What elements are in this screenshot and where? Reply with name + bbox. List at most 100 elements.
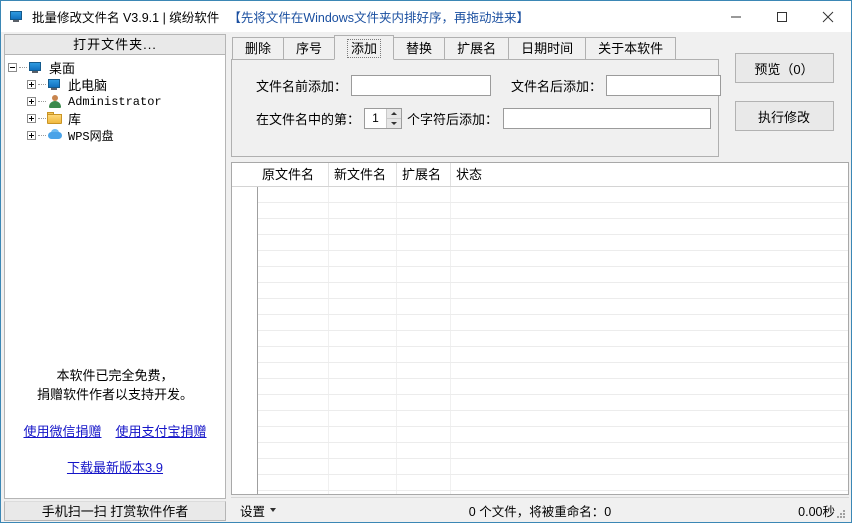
table-row[interactable] — [232, 299, 848, 315]
position-stepper-value: 1 — [372, 110, 379, 125]
scan-to-tip-button[interactable]: 手机扫一扫 打赏软件作者 — [4, 501, 226, 521]
table-row[interactable] — [232, 187, 848, 203]
column-header-status[interactable]: 状态 — [451, 163, 571, 186]
tab-area: 删除 序号 添加 替换 扩展名 日期时间 关于本软件 文件名前添加： 文件名后添… — [231, 34, 722, 157]
collapse-expander-icon[interactable] — [8, 63, 17, 72]
open-folder-button[interactable]: 打开文件夹... — [4, 34, 226, 55]
table-cell — [257, 235, 329, 250]
preview-button[interactable]: 预览（0） — [734, 53, 834, 83]
table-cell — [257, 363, 329, 378]
table-row[interactable] — [232, 267, 848, 283]
table-row[interactable] — [232, 411, 848, 427]
download-latest-link[interactable]: 下载最新版本3.9 — [67, 460, 163, 475]
resize-grip-icon[interactable] — [837, 510, 846, 519]
table-row[interactable] — [232, 315, 848, 331]
app-window: 批量修改文件名 V3.9.1 | 缤纷软件 【先将文件在Windows文件夹内排… — [0, 0, 852, 523]
table-cell — [329, 459, 397, 474]
main-panel: 删除 序号 添加 替换 扩展名 日期时间 关于本软件 文件名前添加： 文件名后添… — [229, 32, 851, 522]
stepper-up-icon[interactable] — [387, 109, 402, 119]
column-header-original-name[interactable]: 原文件名 — [257, 163, 329, 186]
table-cell — [257, 331, 329, 346]
table-row[interactable] — [232, 283, 848, 299]
minimize-icon[interactable] — [713, 1, 759, 32]
table-cell — [257, 347, 329, 362]
tab-extension[interactable]: 扩展名 — [444, 37, 510, 60]
tree-item-desktop[interactable]: 桌面 — [8, 59, 225, 76]
settings-menu-button[interactable]: 设置 — [240, 501, 277, 520]
table-cell — [257, 267, 329, 282]
table-row[interactable] — [232, 427, 848, 443]
column-header-extension[interactable]: 扩展名 — [397, 163, 451, 186]
table-row[interactable] — [232, 395, 848, 411]
table-cell — [451, 283, 571, 298]
table-cell — [397, 299, 451, 314]
table-row[interactable] — [232, 475, 848, 491]
position-row: 在文件名中的第： 1 个字符后添加： — [256, 107, 718, 129]
table-row[interactable] — [232, 443, 848, 459]
table-cell — [451, 299, 571, 314]
tab-add[interactable]: 添加 — [334, 35, 395, 60]
table-cell — [451, 347, 571, 362]
column-header-new-name[interactable]: 新文件名 — [329, 163, 397, 186]
tab-datetime[interactable]: 日期时间 — [508, 37, 587, 60]
expand-expander-icon[interactable] — [27, 80, 36, 89]
file-table-header: 原文件名 新文件名 扩展名 状态 — [232, 163, 848, 187]
position-insert-input[interactable] — [503, 107, 712, 129]
table-row[interactable] — [232, 331, 848, 347]
file-table[interactable]: 原文件名 新文件名 扩展名 状态 — [231, 162, 849, 495]
table-cell — [329, 235, 397, 250]
table-cell — [397, 331, 451, 346]
table-row[interactable] — [232, 251, 848, 267]
table-cell — [397, 411, 451, 426]
table-cell — [451, 203, 571, 218]
tab-sequence[interactable]: 序号 — [283, 37, 336, 60]
maximize-icon[interactable] — [759, 1, 805, 32]
expand-expander-icon[interactable] — [27, 97, 36, 106]
app-monitor-icon — [9, 9, 25, 25]
table-cell — [329, 219, 397, 234]
folder-tree-panel[interactable]: 桌面 此电脑 Administrator 库 WPS网盘 本软件已完全免费， 捐… — [4, 55, 226, 499]
table-row[interactable] — [232, 459, 848, 475]
wechat-donate-link[interactable]: 使用微信捐赠 — [23, 421, 101, 440]
donate-section: 本软件已完全免费， 捐赠软件作者以支持开发。 使用微信捐赠 使用支付宝捐赠 下载… — [5, 366, 225, 498]
tab-about[interactable]: 关于本软件 — [585, 37, 677, 60]
tab-delete[interactable]: 删除 — [232, 37, 285, 60]
window-controls — [713, 1, 851, 32]
table-row[interactable] — [232, 379, 848, 395]
table-cell — [451, 395, 571, 410]
alipay-donate-link[interactable]: 使用支付宝捐赠 — [116, 421, 207, 440]
table-row[interactable] — [232, 491, 848, 494]
stepper-down-icon[interactable] — [387, 119, 401, 128]
table-cell — [329, 203, 397, 218]
tree-item-this-pc[interactable]: 此电脑 — [8, 76, 225, 93]
table-row[interactable] — [232, 235, 848, 251]
table-cell — [329, 475, 397, 490]
table-cell — [329, 315, 397, 330]
position-stepper-buttons[interactable] — [386, 108, 402, 128]
execute-button[interactable]: 执行修改 — [734, 101, 834, 131]
expand-expander-icon[interactable] — [27, 114, 36, 123]
suffix-input[interactable] — [606, 74, 722, 96]
expand-expander-icon[interactable] — [27, 131, 36, 140]
tree-item-administrator[interactable]: Administrator — [8, 93, 225, 110]
cloud-drive-icon — [47, 128, 64, 143]
close-icon[interactable] — [805, 1, 851, 32]
table-cell — [329, 331, 397, 346]
table-row[interactable] — [232, 363, 848, 379]
prefix-input[interactable] — [351, 74, 492, 96]
position-stepper[interactable]: 1 — [364, 107, 403, 129]
table-cell — [397, 187, 451, 202]
tree-item-wps-cloud[interactable]: WPS网盘 — [8, 127, 225, 144]
table-cell — [329, 347, 397, 362]
table-row[interactable] — [232, 347, 848, 363]
table-row[interactable] — [232, 203, 848, 219]
file-table-body[interactable] — [232, 187, 848, 494]
table-row[interactable] — [232, 219, 848, 235]
status-file-count: 0 个文件，将被重命名：0 — [468, 504, 612, 519]
tab-replace[interactable]: 替换 — [393, 37, 446, 60]
table-cell — [451, 363, 571, 378]
table-cell — [397, 491, 451, 494]
table-cell — [257, 411, 329, 426]
tree-item-library[interactable]: 库 — [8, 110, 225, 127]
table-cell — [451, 219, 571, 234]
